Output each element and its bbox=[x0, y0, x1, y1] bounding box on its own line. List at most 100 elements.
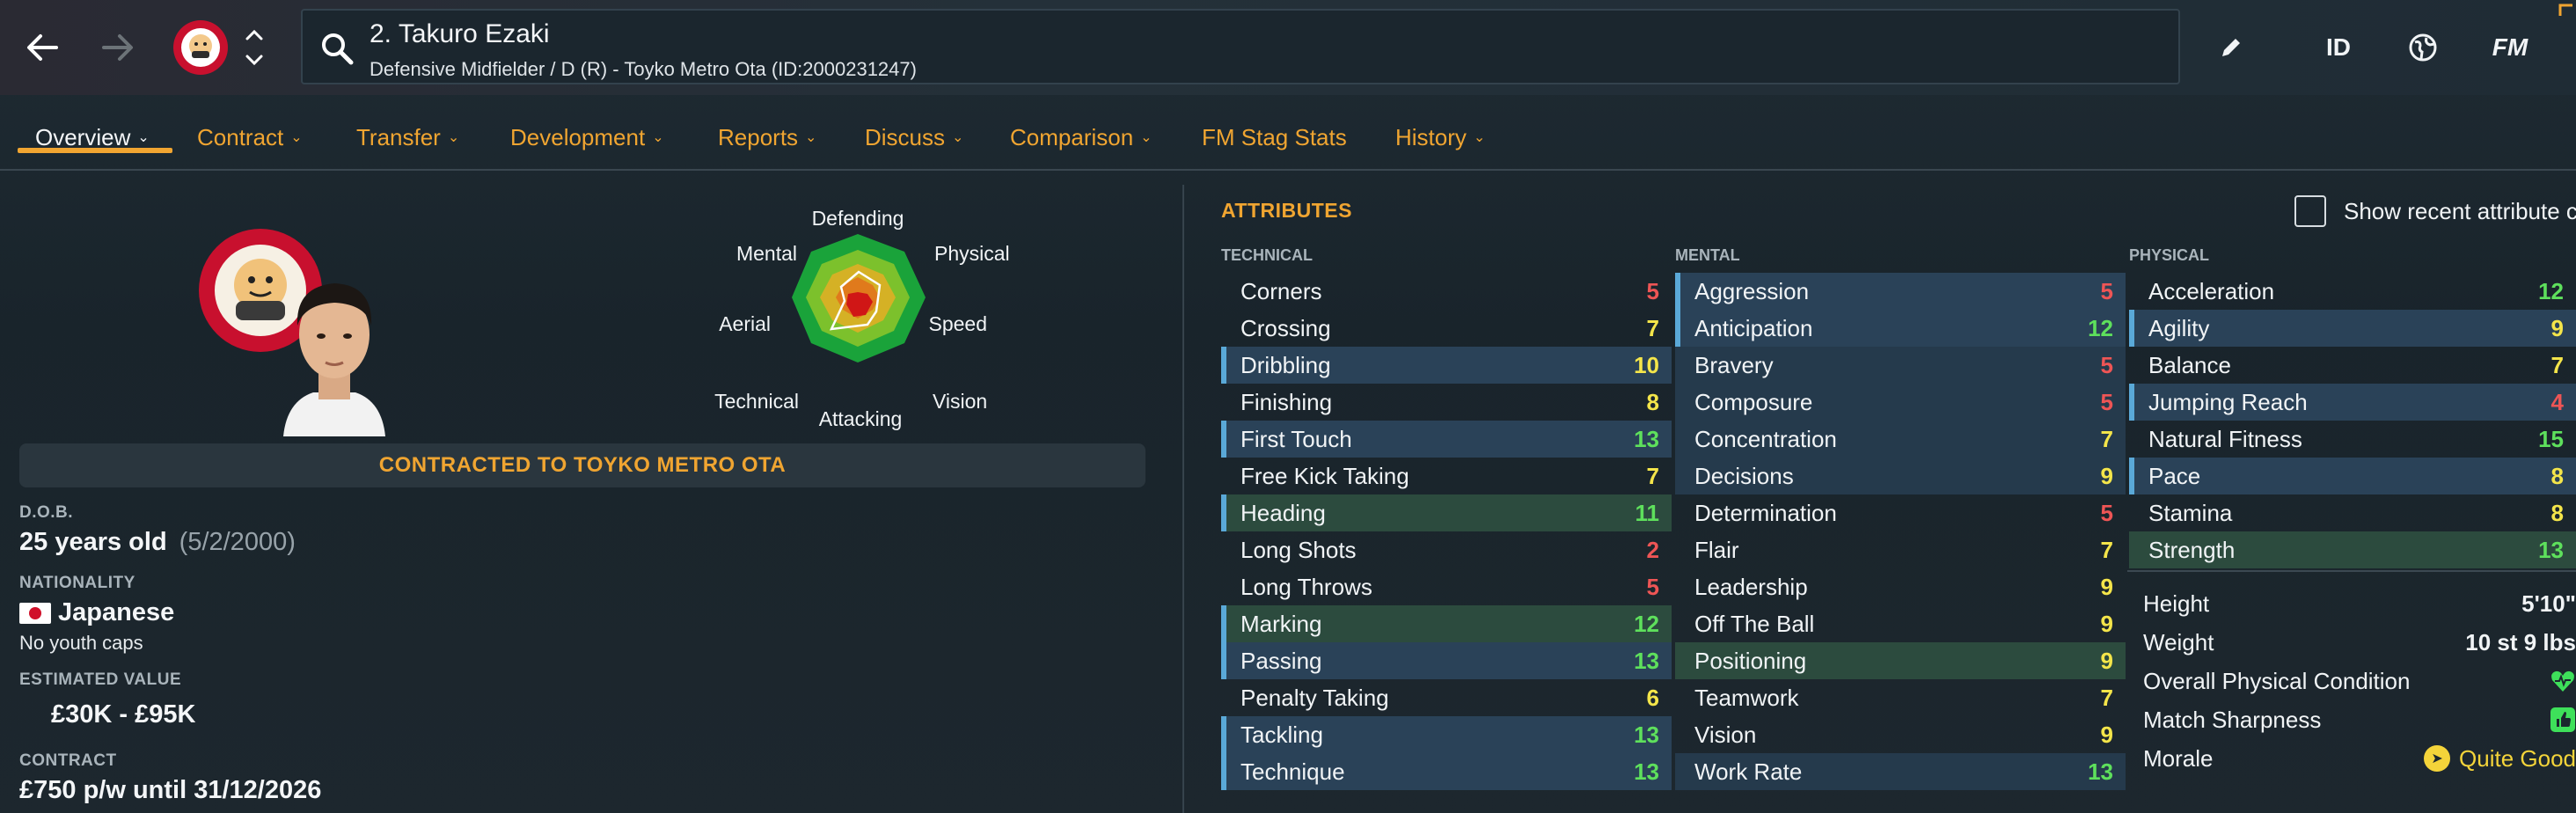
attribute-name: First Touch bbox=[1240, 425, 1352, 452]
player-search-box[interactable]: 2. Takuro Ezaki Defensive Midfielder / D… bbox=[301, 9, 2180, 84]
attribute-row-decisions[interactable]: Decisions 9 bbox=[1675, 458, 2126, 494]
forward-button[interactable] bbox=[91, 21, 144, 74]
attribute-row-acceleration[interactable]: Acceleration 12 bbox=[2129, 273, 2576, 310]
search-icon[interactable] bbox=[318, 30, 357, 69]
attribute-name: Strength bbox=[2148, 536, 2236, 563]
mental-attributes-list: Aggression 5 Anticipation 12 Bravery 5 Composu… bbox=[1675, 273, 2126, 790]
attribute-row-anticipation[interactable]: Anticipation 12 bbox=[1675, 310, 2126, 347]
tab-label: History bbox=[1395, 123, 1467, 150]
attribute-row-passing[interactable]: Passing 13 bbox=[1221, 642, 1672, 679]
attribute-name: Technique bbox=[1240, 758, 1345, 785]
tab-development[interactable]: Development ⌄ bbox=[510, 116, 664, 158]
attribute-row-penalty-taking[interactable]: Penalty Taking 6 bbox=[1221, 679, 1672, 716]
chevron-down-icon: ⌄ bbox=[137, 130, 150, 145]
attribute-row-long-shots[interactable]: Long Shots 2 bbox=[1221, 531, 1672, 568]
attribute-name: Passing bbox=[1240, 647, 1322, 674]
attribute-value: 13 bbox=[2088, 758, 2113, 785]
attribute-row-agility[interactable]: Agility 9 bbox=[2129, 310, 2576, 347]
tab-discuss[interactable]: Discuss ⌄ bbox=[865, 116, 963, 158]
attribute-name: Corners bbox=[1240, 277, 1322, 304]
attribute-row-corners[interactable]: Corners 5 bbox=[1221, 273, 1672, 310]
attribute-row-marking[interactable]: Marking 12 bbox=[1221, 605, 1672, 642]
contract-label: CONTRACT bbox=[19, 751, 117, 770]
attribute-value: 7 bbox=[2550, 351, 2564, 378]
attribute-value: 5 bbox=[1646, 277, 1659, 304]
tab-comparison[interactable]: Comparison ⌄ bbox=[1010, 116, 1153, 158]
attribute-value: 5 bbox=[1646, 573, 1659, 600]
morale-value[interactable]: ➤ Quite Good bbox=[2424, 745, 2576, 773]
sharpness-label: Match Sharpness bbox=[2143, 706, 2322, 733]
attribute-row-jumping-reach[interactable]: Jumping Reach 4 bbox=[2129, 384, 2576, 421]
attribute-name: Dribbling bbox=[1240, 351, 1331, 378]
morale-label: Morale bbox=[2143, 744, 2214, 772]
attribute-value: 13 bbox=[2538, 536, 2564, 563]
attribute-row-balance[interactable]: Balance 7 bbox=[2129, 347, 2576, 384]
physical-heading: PHYSICAL bbox=[2129, 246, 2210, 264]
fm-menu-button[interactable]: FM bbox=[2483, 25, 2537, 70]
tab-fm-stag-stats[interactable]: FM Stag Stats bbox=[1202, 116, 1347, 158]
youth-caps-text: No youth caps bbox=[19, 632, 143, 654]
attribute-row-tackling[interactable]: Tackling 13 bbox=[1221, 716, 1672, 753]
attribute-row-technique[interactable]: Technique 13 bbox=[1221, 753, 1672, 790]
thumbs-up-icon[interactable] bbox=[2550, 707, 2576, 733]
nationality-value[interactable]: Japanese bbox=[19, 598, 174, 627]
attribute-row-positioning[interactable]: Positioning 9 bbox=[1675, 642, 2126, 679]
world-button[interactable] bbox=[2402, 25, 2444, 70]
back-button[interactable] bbox=[16, 21, 69, 74]
attribute-row-work-rate[interactable]: Work Rate 13 bbox=[1675, 753, 2126, 790]
tab-bar: Overview ⌄ Contract ⌄ Transfer ⌄ Developmen… bbox=[0, 104, 2576, 171]
height-label: Height bbox=[2143, 590, 2210, 617]
attribute-value: 9 bbox=[2550, 314, 2564, 341]
weight-value: 10 st 9 lbs bbox=[2465, 628, 2576, 656]
attribute-row-free-kick-taking[interactable]: Free Kick Taking 7 bbox=[1221, 458, 1672, 494]
attribute-row-bravery[interactable]: Bravery 5 bbox=[1675, 347, 2126, 384]
show-recent-changes-toggle[interactable]: Show recent attribute changes bbox=[2294, 195, 2576, 227]
tab-label: Development bbox=[510, 123, 646, 150]
attribute-row-pace[interactable]: Pace 8 bbox=[2129, 458, 2576, 494]
chevron-down-icon: ⌄ bbox=[1140, 130, 1153, 145]
attribute-name: Work Rate bbox=[1694, 758, 1803, 785]
tab-reports[interactable]: Reports ⌄ bbox=[718, 116, 816, 158]
chevron-up-down-icon bbox=[245, 29, 263, 66]
edit-button[interactable] bbox=[2210, 25, 2252, 70]
attribute-row-dribbling[interactable]: Dribbling 10 bbox=[1221, 347, 1672, 384]
attribute-name: Natural Fitness bbox=[2148, 425, 2302, 452]
top-bar: 2. Takuro Ezaki Defensive Midfielder / D… bbox=[0, 0, 2576, 95]
attribute-row-crossing[interactable]: Crossing 7 bbox=[1221, 310, 1672, 347]
player-switcher[interactable] bbox=[243, 23, 266, 72]
club-badge-small[interactable] bbox=[172, 19, 229, 76]
attribute-name: Heading bbox=[1240, 499, 1326, 526]
panel-divider bbox=[1182, 185, 1184, 813]
attribute-row-stamina[interactable]: Stamina 8 bbox=[2129, 494, 2576, 531]
attribute-row-natural-fitness[interactable]: Natural Fitness 15 bbox=[2129, 421, 2576, 458]
attribute-row-composure[interactable]: Composure 5 bbox=[1675, 384, 2126, 421]
player-portrait-icon bbox=[283, 283, 385, 436]
player-overview-panel: Defending Physical Speed Vision Attackin… bbox=[0, 172, 1179, 813]
attribute-row-determination[interactable]: Determination 5 bbox=[1675, 494, 2126, 531]
attribute-value: 12 bbox=[1634, 610, 1659, 637]
attribute-row-aggression[interactable]: Aggression 5 bbox=[1675, 273, 2126, 310]
attribute-row-flair[interactable]: Flair 7 bbox=[1675, 531, 2126, 568]
id-button[interactable]: ID bbox=[2317, 25, 2360, 70]
chevron-down-icon: ⌄ bbox=[652, 130, 664, 145]
attribute-row-vision[interactable]: Vision 9 bbox=[1675, 716, 2126, 753]
attribute-row-finishing[interactable]: Finishing 8 bbox=[1221, 384, 1672, 421]
attribute-row-long-throws[interactable]: Long Throws 5 bbox=[1221, 568, 1672, 605]
attribute-row-concentration[interactable]: Concentration 7 bbox=[1675, 421, 2126, 458]
tab-history[interactable]: History ⌄ bbox=[1395, 116, 1485, 158]
attribute-row-heading[interactable]: Heading 11 bbox=[1221, 494, 1672, 531]
attribute-value: 15 bbox=[2538, 425, 2564, 452]
attribute-row-leadership[interactable]: Leadership 9 bbox=[1675, 568, 2126, 605]
attribute-row-teamwork[interactable]: Teamwork 7 bbox=[1675, 679, 2126, 716]
attribute-row-strength[interactable]: Strength 13 bbox=[2129, 531, 2576, 568]
weight-label: Weight bbox=[2143, 628, 2214, 656]
radar-label-speed: Speed bbox=[928, 312, 987, 335]
tab-transfer[interactable]: Transfer ⌄ bbox=[356, 116, 459, 158]
heart-icon[interactable] bbox=[2550, 668, 2576, 694]
estimated-value: £30K - £95K bbox=[51, 700, 196, 729]
recent-changes-checkbox[interactable] bbox=[2294, 195, 2326, 227]
tab-contract[interactable]: Contract ⌄ bbox=[197, 116, 303, 158]
attribute-row-off-the-ball[interactable]: Off The Ball 9 bbox=[1675, 605, 2126, 642]
attribute-row-first-touch[interactable]: First Touch 13 bbox=[1221, 421, 1672, 458]
attribute-name: Concentration bbox=[1694, 425, 1837, 452]
